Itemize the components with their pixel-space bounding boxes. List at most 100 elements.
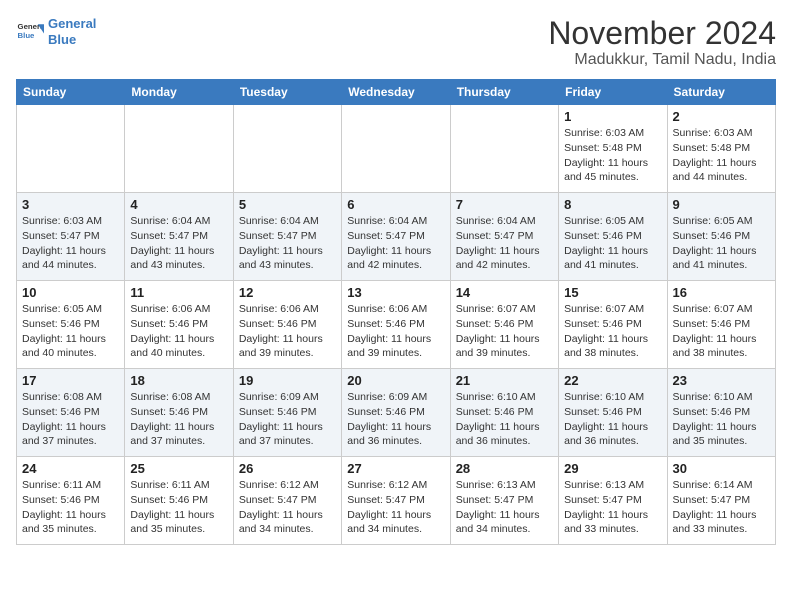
- calendar-cell: 13 Sunrise: 6:06 AM Sunset: 5:46 PM Dayli…: [342, 281, 450, 369]
- day-number: 2: [673, 109, 770, 124]
- logo-icon: General Blue: [16, 18, 44, 46]
- day-info: Sunrise: 6:09 AM Sunset: 5:46 PM Dayligh…: [347, 390, 444, 449]
- day-number: 9: [673, 197, 770, 212]
- day-number: 29: [564, 461, 661, 476]
- day-info: Sunrise: 6:13 AM Sunset: 5:47 PM Dayligh…: [564, 478, 661, 537]
- calendar-header-saturday: Saturday: [667, 80, 775, 105]
- calendar-cell: 27Sunrise: 6:12 AM Sunset: 5:47 PM Dayli…: [342, 457, 450, 545]
- day-number: 16: [673, 285, 770, 300]
- day-info: Sunrise: 6:11 AM Sunset: 5:46 PM Dayligh…: [22, 478, 119, 537]
- logo: General Blue GeneralBlue: [16, 16, 96, 47]
- day-number: 7: [456, 197, 553, 212]
- day-info: Sunrise: 6:09 AM Sunset: 5:46 PM Dayligh…: [239, 390, 336, 449]
- day-info: Sunrise: 6:03 AM Sunset: 5:48 PM Dayligh…: [564, 126, 661, 185]
- calendar-cell: 19 Sunrise: 6:09 AM Sunset: 5:46 PM Dayli…: [233, 369, 341, 457]
- calendar-cell: 15 Sunrise: 6:07 AM Sunset: 5:46 PM Dayli…: [559, 281, 667, 369]
- page-header: General Blue GeneralBlue November 2024 M…: [16, 16, 776, 69]
- svg-text:Blue: Blue: [18, 31, 36, 40]
- calendar-cell: [17, 105, 125, 193]
- day-info: Sunrise: 6:11 AM Sunset: 5:46 PM Dayligh…: [130, 478, 227, 537]
- calendar-cell: 12 Sunrise: 6:06 AM Sunset: 5:46 PM Dayli…: [233, 281, 341, 369]
- day-info: Sunrise: 6:06 AM Sunset: 5:46 PM Dayligh…: [130, 302, 227, 361]
- calendar-cell: [342, 105, 450, 193]
- calendar-cell: 16 Sunrise: 6:07 AM Sunset: 5:46 PM Dayli…: [667, 281, 775, 369]
- day-number: 3: [22, 197, 119, 212]
- day-info: Sunrise: 6:07 AM Sunset: 5:46 PM Dayligh…: [456, 302, 553, 361]
- day-info: Sunrise: 6:04 AM Sunset: 5:47 PM Dayligh…: [347, 214, 444, 273]
- day-info: Sunrise: 6:05 AM Sunset: 5:46 PM Dayligh…: [673, 214, 770, 273]
- calendar-cell: 26 Sunrise: 6:12 AM Sunset: 5:47 PM Dayli…: [233, 457, 341, 545]
- day-info: Sunrise: 6:04 AM Sunset: 5:47 PM Dayligh…: [130, 214, 227, 273]
- day-number: 4: [130, 197, 227, 212]
- day-number: 26: [239, 461, 336, 476]
- day-info: Sunrise: 6:05 AM Sunset: 5:46 PM Dayligh…: [22, 302, 119, 361]
- day-info: Sunrise: 6:07 AM Sunset: 5:46 PM Dayligh…: [673, 302, 770, 361]
- day-number: 17: [22, 373, 119, 388]
- calendar-week-row: 10Sunrise: 6:05 AM Sunset: 5:46 PM Dayli…: [17, 281, 776, 369]
- day-info: Sunrise: 6:12 AM Sunset: 5:47 PM Dayligh…: [239, 478, 336, 537]
- day-number: 11: [130, 285, 227, 300]
- day-number: 24: [22, 461, 119, 476]
- calendar-cell: 1 Sunrise: 6:03 AM Sunset: 5:48 PM Daylig…: [559, 105, 667, 193]
- calendar-cell: 6 Sunrise: 6:04 AM Sunset: 5:47 PM Daylig…: [342, 193, 450, 281]
- calendar-cell: 11 Sunrise: 6:06 AM Sunset: 5:46 PM Dayli…: [125, 281, 233, 369]
- calendar-week-row: 17 Sunrise: 6:08 AM Sunset: 5:46 PM Dayli…: [17, 369, 776, 457]
- day-info: Sunrise: 6:06 AM Sunset: 5:46 PM Dayligh…: [239, 302, 336, 361]
- day-info: Sunrise: 6:14 AM Sunset: 5:47 PM Dayligh…: [673, 478, 770, 537]
- day-number: 14: [456, 285, 553, 300]
- calendar-cell: 14 Sunrise: 6:07 AM Sunset: 5:46 PM Dayli…: [450, 281, 558, 369]
- day-info: Sunrise: 6:07 AM Sunset: 5:46 PM Dayligh…: [564, 302, 661, 361]
- day-number: 21: [456, 373, 553, 388]
- calendar-cell: 28 Sunrise: 6:13 AM Sunset: 5:47 PM Dayli…: [450, 457, 558, 545]
- title-block: November 2024 Madukkur, Tamil Nadu, Indi…: [548, 16, 776, 69]
- calendar-cell: 3 Sunrise: 6:03 AM Sunset: 5:47 PM Daylig…: [17, 193, 125, 281]
- day-number: 19: [239, 373, 336, 388]
- calendar-header-monday: Monday: [125, 80, 233, 105]
- calendar-header-row: SundayMondayTuesdayWednesdayThursdayFrid…: [17, 80, 776, 105]
- day-number: 22: [564, 373, 661, 388]
- calendar-cell: 22 Sunrise: 6:10 AM Sunset: 5:46 PM Dayli…: [559, 369, 667, 457]
- day-number: 27: [347, 461, 444, 476]
- day-number: 25: [130, 461, 227, 476]
- calendar-cell: 8Sunrise: 6:05 AM Sunset: 5:46 PM Daylig…: [559, 193, 667, 281]
- day-info: Sunrise: 6:10 AM Sunset: 5:46 PM Dayligh…: [456, 390, 553, 449]
- calendar-table: SundayMondayTuesdayWednesdayThursdayFrid…: [16, 79, 776, 545]
- calendar-cell: 10Sunrise: 6:05 AM Sunset: 5:46 PM Dayli…: [17, 281, 125, 369]
- day-info: Sunrise: 6:08 AM Sunset: 5:46 PM Dayligh…: [22, 390, 119, 449]
- calendar-cell: 23Sunrise: 6:10 AM Sunset: 5:46 PM Dayli…: [667, 369, 775, 457]
- day-number: 6: [347, 197, 444, 212]
- day-info: Sunrise: 6:10 AM Sunset: 5:46 PM Dayligh…: [564, 390, 661, 449]
- day-number: 15: [564, 285, 661, 300]
- day-number: 18: [130, 373, 227, 388]
- day-info: Sunrise: 6:04 AM Sunset: 5:47 PM Dayligh…: [239, 214, 336, 273]
- calendar-cell: 5 Sunrise: 6:04 AM Sunset: 5:47 PM Daylig…: [233, 193, 341, 281]
- day-info: Sunrise: 6:13 AM Sunset: 5:47 PM Dayligh…: [456, 478, 553, 537]
- day-info: Sunrise: 6:08 AM Sunset: 5:46 PM Dayligh…: [130, 390, 227, 449]
- day-number: 12: [239, 285, 336, 300]
- calendar-header-sunday: Sunday: [17, 80, 125, 105]
- calendar-cell: 25 Sunrise: 6:11 AM Sunset: 5:46 PM Dayli…: [125, 457, 233, 545]
- day-number: 5: [239, 197, 336, 212]
- day-info: Sunrise: 6:04 AM Sunset: 5:47 PM Dayligh…: [456, 214, 553, 273]
- day-number: 13: [347, 285, 444, 300]
- calendar-cell: 4 Sunrise: 6:04 AM Sunset: 5:47 PM Daylig…: [125, 193, 233, 281]
- day-info: Sunrise: 6:03 AM Sunset: 5:47 PM Dayligh…: [22, 214, 119, 273]
- calendar-week-row: 24 Sunrise: 6:11 AM Sunset: 5:46 PM Dayli…: [17, 457, 776, 545]
- day-number: 28: [456, 461, 553, 476]
- day-number: 30: [673, 461, 770, 476]
- month-title: November 2024: [548, 16, 776, 51]
- calendar-week-row: 3 Sunrise: 6:03 AM Sunset: 5:47 PM Daylig…: [17, 193, 776, 281]
- calendar-cell: 24 Sunrise: 6:11 AM Sunset: 5:46 PM Dayli…: [17, 457, 125, 545]
- day-number: 1: [564, 109, 661, 124]
- calendar-cell: [450, 105, 558, 193]
- calendar-cell: 9 Sunrise: 6:05 AM Sunset: 5:46 PM Daylig…: [667, 193, 775, 281]
- calendar-cell: 29 Sunrise: 6:13 AM Sunset: 5:47 PM Dayli…: [559, 457, 667, 545]
- day-info: Sunrise: 6:03 AM Sunset: 5:48 PM Dayligh…: [673, 126, 770, 185]
- calendar-cell: [125, 105, 233, 193]
- day-info: Sunrise: 6:06 AM Sunset: 5:46 PM Dayligh…: [347, 302, 444, 361]
- calendar-cell: 17 Sunrise: 6:08 AM Sunset: 5:46 PM Dayli…: [17, 369, 125, 457]
- calendar-cell: [233, 105, 341, 193]
- logo-text: GeneralBlue: [48, 16, 96, 47]
- calendar-header-wednesday: Wednesday: [342, 80, 450, 105]
- location-title: Madukkur, Tamil Nadu, India: [548, 51, 776, 69]
